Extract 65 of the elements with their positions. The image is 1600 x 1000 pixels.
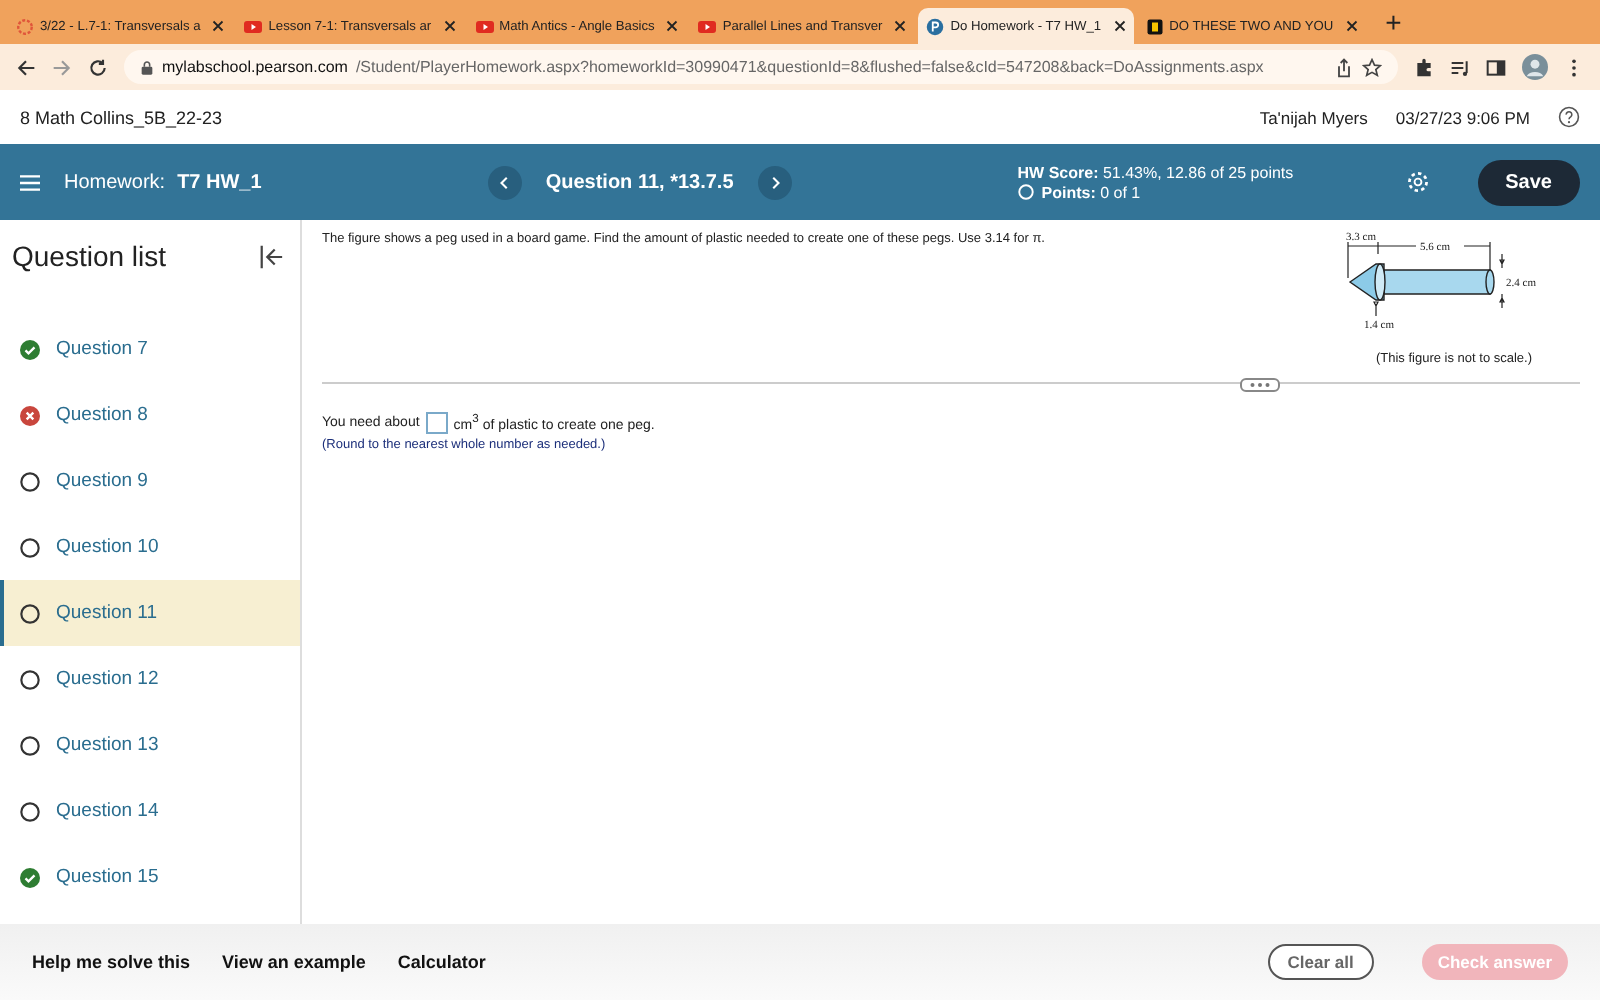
empty-circle-icon	[20, 603, 40, 623]
homework-label: Homework:	[64, 171, 166, 193]
question-item[interactable]: Question 12	[0, 646, 300, 712]
footer-link[interactable]: Calculator	[397, 952, 486, 972]
play-icon	[244, 17, 263, 35]
close-icon[interactable]	[1345, 20, 1358, 32]
footer-link[interactable]: Help me solve this	[32, 952, 191, 972]
sidebar-title: Question list	[12, 240, 167, 272]
close-icon[interactable]	[443, 20, 456, 32]
circle-icon	[1017, 184, 1034, 200]
check-circle-icon	[20, 867, 40, 887]
close-icon[interactable]	[894, 20, 907, 32]
chevron-right-icon	[767, 175, 782, 189]
sidebar-icon[interactable]	[1486, 57, 1506, 77]
footer-link[interactable]: View an example	[222, 952, 366, 972]
star-icon[interactable]	[1362, 57, 1382, 77]
new-tab-button[interactable]: +	[1369, 4, 1418, 44]
empty-circle-icon	[20, 537, 40, 557]
next-question-button[interactable]	[757, 165, 792, 199]
x-circle-icon	[20, 405, 40, 425]
hw-score: HW Score: 51.43%, 12.86 of 25 points	[1017, 163, 1294, 181]
play-icon	[698, 17, 717, 35]
date-time: 03/27/23 9:06 PM	[1395, 107, 1530, 127]
help-icon[interactable]	[1558, 106, 1580, 128]
avatar-icon[interactable]	[1522, 54, 1548, 80]
close-icon[interactable]	[1113, 20, 1126, 32]
reload-icon[interactable]	[88, 57, 108, 77]
p-circle-icon	[926, 17, 945, 35]
empty-circle-icon	[20, 735, 40, 755]
puzzle-icon[interactable]	[1414, 57, 1434, 77]
user-name: Ta'nijah Myers	[1259, 107, 1368, 127]
collapse-icon[interactable]	[258, 243, 284, 269]
question-item[interactable]: Question 7	[0, 316, 300, 382]
save-button[interactable]: Save	[1477, 159, 1580, 205]
points: Points: 0 of 1	[1041, 183, 1141, 201]
question-item[interactable]: Question 15	[0, 844, 300, 910]
expand-handle[interactable]	[1240, 378, 1280, 392]
question-number: Question 11, *13.7.5	[545, 171, 734, 193]
question-item[interactable]: Question 11	[0, 580, 300, 646]
back-arrow-icon[interactable]	[16, 57, 36, 77]
question-item[interactable]: Question 14	[0, 778, 300, 844]
lock-icon	[140, 59, 154, 75]
question-item[interactable]: Question 13	[0, 712, 300, 778]
close-icon[interactable]	[212, 20, 225, 32]
menu-icon[interactable]	[20, 173, 40, 191]
question-item[interactable]: Question 10	[0, 514, 300, 580]
question-item[interactable]: Question 9	[0, 448, 300, 514]
previous-question-button[interactable]	[487, 165, 522, 199]
playlist-icon[interactable]	[1450, 57, 1470, 77]
chevron-left-icon	[497, 175, 512, 189]
empty-circle-icon	[20, 669, 40, 689]
close-icon[interactable]	[666, 20, 679, 32]
empty-circle-icon	[20, 801, 40, 821]
play-icon	[475, 17, 494, 35]
share-icon[interactable]	[1334, 57, 1354, 77]
empty-circle-icon	[20, 471, 40, 491]
square-icon	[1145, 17, 1164, 35]
course-title: 8 Math Collins_5B_22-23	[20, 107, 223, 127]
address-bar[interactable]: mylabschool.pearson.com /Student/PlayerHomework.aspx?homeworkId=30990471&questionId=8&flushed=false&cId=547208&back=DoAssignments.aspx	[124, 50, 1398, 84]
sun-icon	[16, 17, 34, 35]
settings-icon[interactable]	[1405, 170, 1430, 194]
check-circle-icon	[20, 339, 40, 359]
clear-all-button[interactable]: Clear all	[1267, 944, 1374, 980]
homework-name: T7 HW_1	[177, 171, 262, 193]
question-item[interactable]: Question 8	[0, 382, 300, 448]
